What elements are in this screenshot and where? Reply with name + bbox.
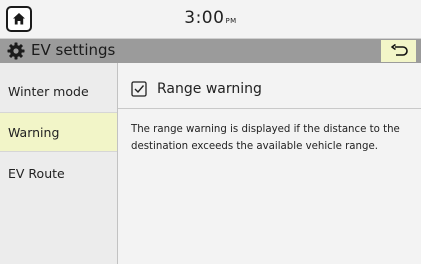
back-arrow-icon [390, 44, 408, 56]
clock: 3:00PM [0, 8, 421, 28]
sidebar-item-warning[interactable]: Warning [0, 112, 117, 152]
status-bar: 3:00PM [0, 0, 421, 39]
sidebar-item-label: Warning [8, 124, 60, 140]
clock-time: 3:00 [184, 8, 225, 28]
title-bar: EV settings [0, 39, 421, 63]
back-button[interactable] [381, 40, 416, 62]
range-warning-description: The range warning is displayed if the di… [131, 124, 400, 152]
checkbox-checked-icon[interactable] [131, 81, 147, 97]
content-panel: Range warning The range warning is displ… [118, 63, 421, 264]
sidebar-item-winter-mode[interactable]: Winter mode [0, 71, 117, 111]
ev-settings-screen: 3:00PM EV settings Winter mode Warning E… [0, 0, 421, 264]
clock-ampm: PM [225, 17, 237, 25]
page-title: EV settings [31, 41, 116, 59]
sidebar-item-label: EV Route [8, 165, 65, 181]
range-warning-option[interactable]: Range warning [118, 73, 421, 109]
sidebar-item-ev-route[interactable]: EV Route [0, 153, 117, 193]
sidebar: Winter mode Warning EV Route [0, 63, 118, 264]
sidebar-item-label: Winter mode [8, 83, 89, 99]
gear-icon [7, 42, 25, 60]
range-warning-label: Range warning [157, 81, 262, 97]
